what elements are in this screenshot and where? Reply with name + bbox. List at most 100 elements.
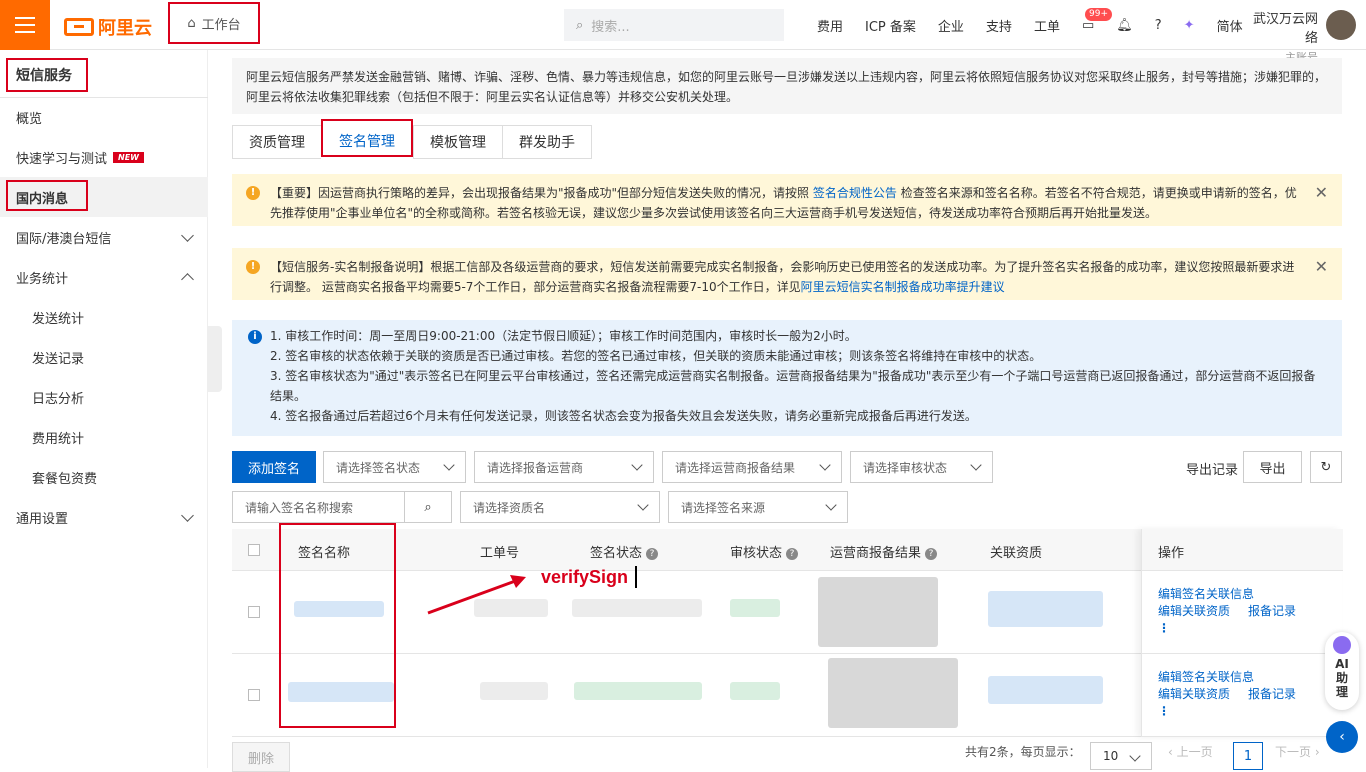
sidebar: 短信服务 概览 快速学习与测试 NEW 国内消息 国际/港澳台短信 业务统计 发送… bbox=[0, 50, 208, 768]
operator-select[interactable]: 请选择报备运营商 bbox=[474, 451, 654, 483]
export-record-link[interactable]: 导出记录 bbox=[1186, 459, 1238, 478]
compliance-notice: 阿里云短信服务严禁发送金融营销、赌博、诈骗、淫秽、色情、暴力等违规信息，如您的阿… bbox=[232, 58, 1342, 114]
annotation-box bbox=[279, 523, 396, 728]
sidebar-item-settings[interactable]: 通用设置 bbox=[0, 497, 208, 537]
select-placeholder: 请选择报备运营商 bbox=[487, 460, 584, 475]
tab-qualification[interactable]: 资质管理 bbox=[232, 125, 321, 159]
col-signature-status: 签名状态? bbox=[590, 542, 659, 561]
sidebar-item-overview[interactable]: 概览 bbox=[0, 97, 208, 137]
page-size-select[interactable]: 10 bbox=[1090, 742, 1152, 770]
chevron-down-icon bbox=[443, 459, 455, 471]
header-label: 签名状态 bbox=[590, 546, 643, 561]
export-button[interactable]: 导出 bbox=[1243, 451, 1302, 483]
aliyun-logo[interactable]: 阿里云 bbox=[64, 14, 152, 40]
tab-bar: 资质管理 签名管理 模板管理 群发助手 bbox=[232, 119, 592, 159]
nav-ticket[interactable]: 工单 bbox=[1023, 16, 1071, 35]
add-signature-button[interactable]: 添加签名 bbox=[232, 451, 317, 483]
row-ops: 编辑签名关联信息 编辑关联资质 报备记录 ⋮ bbox=[1158, 586, 1296, 637]
chevron-down-icon bbox=[970, 459, 982, 471]
sidebar-item-fee-stats[interactable]: 费用统计 bbox=[0, 417, 208, 457]
hamburger-menu-icon[interactable] bbox=[0, 0, 50, 50]
ai-assistant-button[interactable]: AI助理 bbox=[1325, 632, 1359, 710]
edit-qualification-link[interactable]: 编辑关联资质 bbox=[1158, 604, 1230, 618]
help-icon[interactable]: ? bbox=[925, 547, 938, 560]
next-page-button[interactable]: 下一页 › bbox=[1275, 743, 1320, 760]
top-search-input[interactable]: ⌕ 搜索... bbox=[564, 9, 784, 41]
nav-support[interactable]: 支持 bbox=[975, 16, 1023, 35]
filing-record-link[interactable]: 报备记录 bbox=[1248, 687, 1296, 701]
info-line: 2. 签名审核的状态依赖于关联的资质是否已通过审核。若您的签名已通过审核，但关联… bbox=[270, 349, 1042, 363]
tab-signature[interactable]: 签名管理 bbox=[321, 119, 413, 157]
edit-signature-info-link[interactable]: 编辑签名关联信息 bbox=[1158, 670, 1254, 684]
operator-result-select[interactable]: 请选择运营商报备结果 bbox=[662, 451, 842, 483]
workbench-button[interactable]: ⌂ 工作台 bbox=[168, 2, 260, 44]
page-1-button[interactable]: 1 bbox=[1233, 742, 1263, 770]
signature-source-select[interactable]: 请选择签名来源 bbox=[668, 491, 848, 523]
sidebar-item-package[interactable]: 套餐包资费 bbox=[0, 457, 208, 497]
sidebar-item-send-records[interactable]: 发送记录 bbox=[0, 337, 208, 377]
col-operations: 操作 bbox=[1158, 546, 1185, 561]
refresh-icon[interactable]: ↻ bbox=[1310, 451, 1342, 483]
chevron-down-icon bbox=[825, 499, 837, 511]
sidebar-item-label: 快速学习与测试 bbox=[16, 151, 108, 167]
col-review-status: 审核状态? bbox=[730, 542, 799, 561]
redacted-review bbox=[730, 682, 780, 700]
select-all-checkbox[interactable] bbox=[248, 544, 260, 556]
ai-assistant-label: AI助理 bbox=[1335, 657, 1349, 699]
redacted-operator bbox=[828, 658, 958, 728]
prev-page-button[interactable]: ‹ 上一页 bbox=[1168, 743, 1213, 760]
help-icon[interactable]: ? bbox=[1144, 18, 1173, 33]
sidebar-collapse-handle[interactable] bbox=[208, 326, 222, 392]
next-label: 下一页 bbox=[1275, 745, 1312, 759]
signature-status-select[interactable]: 请选择签名状态 bbox=[323, 451, 466, 483]
redacted-review bbox=[730, 599, 780, 617]
edit-signature-info-link[interactable]: 编辑签名关联信息 bbox=[1158, 587, 1254, 601]
alert-important: ! 【重要】因运营商执行策略的差异，会出现报备结果为"报备成功"但部分短信发送失… bbox=[232, 174, 1342, 226]
more-icon[interactable]: ⋮ bbox=[1158, 703, 1296, 720]
text-cursor bbox=[635, 566, 637, 588]
nav-enterprise[interactable]: 企业 bbox=[927, 16, 975, 35]
help-icon[interactable]: ? bbox=[786, 547, 799, 560]
col-ticket: 工单号 bbox=[480, 546, 520, 561]
more-icon[interactable]: ⋮ bbox=[1158, 620, 1296, 637]
select-placeholder: 请选择审核状态 bbox=[863, 460, 948, 475]
header-label: 运营商报备结果 bbox=[830, 546, 922, 561]
row-checkbox[interactable] bbox=[248, 606, 260, 618]
search-icon[interactable]: ⌕ bbox=[404, 491, 452, 523]
annotation-arrow bbox=[427, 575, 526, 615]
nav-fees[interactable]: 费用 bbox=[806, 16, 854, 35]
home-icon: ⌂ bbox=[187, 15, 196, 31]
sidebar-item-log-analysis[interactable]: 日志分析 bbox=[0, 377, 208, 417]
alert-text: 【短信服务-实名制报备说明】根据工信部及各级运营商的要求，短信发送前需要完成实名… bbox=[270, 260, 1295, 294]
avatar[interactable] bbox=[1326, 10, 1356, 40]
filing-record-link[interactable]: 报备记录 bbox=[1248, 604, 1296, 618]
sidebar-item-international[interactable]: 国际/港澳台短信 bbox=[0, 217, 208, 257]
review-info: i 1. 审核工作时间：周一至周日9:00-21:00（法定节假日顺延）；审核工… bbox=[232, 320, 1342, 436]
tab-template[interactable]: 模板管理 bbox=[413, 125, 502, 159]
help-icon[interactable]: ? bbox=[646, 547, 659, 560]
compliance-link[interactable]: 签名合规性公告 bbox=[813, 186, 897, 200]
row-checkbox[interactable] bbox=[248, 689, 260, 701]
header-label: 审核状态 bbox=[730, 546, 783, 561]
warning-icon: ! bbox=[246, 186, 260, 200]
info-line: 4. 签名报备通过后若超过6个月未有任何发送记录，则该签名状态会变为报备失效且会… bbox=[270, 409, 977, 423]
nav-icp[interactable]: ICP 备案 bbox=[854, 16, 927, 35]
qualification-select[interactable]: 请选择资质名 bbox=[460, 491, 660, 523]
brand-text: 阿里云 bbox=[98, 18, 152, 39]
bell-icon[interactable]: 🔔︎ bbox=[1105, 18, 1144, 33]
close-icon[interactable]: ✕ bbox=[1315, 257, 1328, 277]
col-operator-result: 运营商报备结果? bbox=[830, 542, 938, 561]
collapse-left-icon[interactable]: ‹ bbox=[1326, 721, 1358, 753]
edit-qualification-link[interactable]: 编辑关联资质 bbox=[1158, 687, 1230, 701]
sidebar-item-stats[interactable]: 业务统计 bbox=[0, 257, 208, 297]
top-nav: 费用 ICP 备案 企业 支持 工单 ▭ 🔔︎ ? ✦ 简体 bbox=[806, 0, 1254, 50]
sidebar-item-quickstart[interactable]: 快速学习与测试 NEW bbox=[0, 137, 208, 177]
ai-star-icon bbox=[1333, 636, 1351, 654]
ai-star-icon[interactable]: ✦ bbox=[1173, 18, 1206, 33]
search-placeholder: 搜索... bbox=[591, 19, 630, 35]
realname-link[interactable]: 阿里云短信实名制报备成功率提升建议 bbox=[801, 280, 1005, 294]
close-icon[interactable]: ✕ bbox=[1315, 183, 1328, 203]
tab-bulk-send[interactable]: 群发助手 bbox=[502, 125, 592, 159]
sidebar-item-send-stats[interactable]: 发送统计 bbox=[0, 297, 208, 337]
review-status-select[interactable]: 请选择审核状态 bbox=[850, 451, 993, 483]
